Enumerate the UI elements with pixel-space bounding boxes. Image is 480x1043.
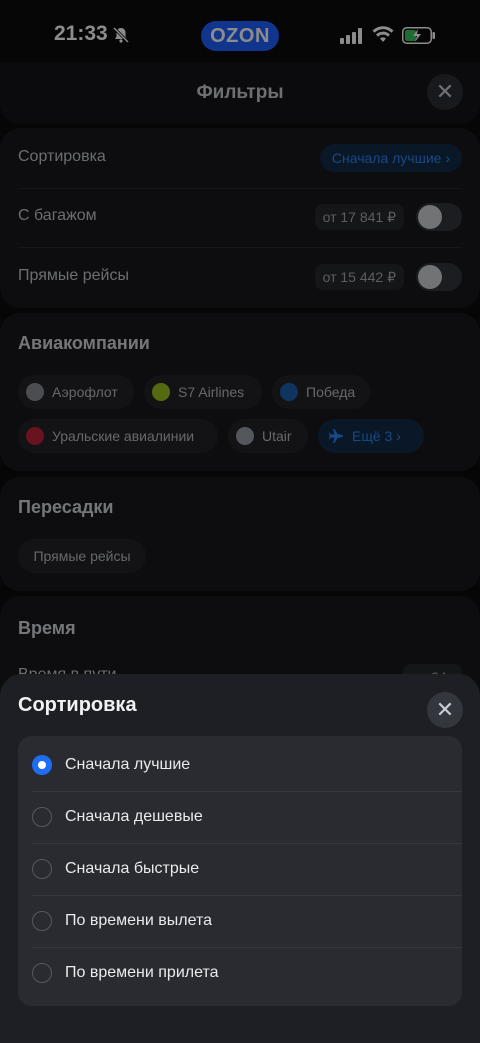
radio[interactable]: [32, 859, 52, 879]
sort-option-departure[interactable]: По времени вылета: [18, 896, 462, 948]
airline-chip-utair[interactable]: Utair: [228, 419, 308, 453]
sort-option-cheap[interactable]: Сначала дешевые: [18, 792, 462, 844]
close-sheet-button[interactable]: ✕: [427, 692, 463, 728]
transfers-title: Пересадки: [18, 497, 114, 517]
airlines-card: Авиакомпании Аэрофлот S7 Airlines Победа…: [0, 313, 480, 471]
sort-option-fast[interactable]: Сначала быстрые: [18, 844, 462, 896]
transfers-direct-chip[interactable]: Прямые рейсы: [18, 539, 146, 573]
radio[interactable]: [32, 963, 52, 983]
direct-flights-row[interactable]: Прямые рейсы от 15 442 ₽: [18, 247, 462, 307]
close-filters-button[interactable]: ✕: [427, 74, 463, 110]
direct-flights-price: от 15 442 ₽: [314, 264, 404, 290]
pobeda-logo-icon: [280, 383, 298, 401]
baggage-label: С багажом: [18, 207, 97, 224]
aeroflot-logo-icon: [26, 383, 44, 401]
ural-logo-icon: [26, 427, 44, 445]
battery-charging-icon: [402, 27, 435, 44]
radio-selected[interactable]: [32, 755, 52, 775]
airlines-title: Авиакомпании: [18, 333, 150, 353]
sorting-row[interactable]: Сортировка Сначала лучшие ›: [18, 128, 462, 189]
bell-muted-icon: [112, 26, 130, 44]
close-icon: ✕: [435, 697, 455, 722]
airline-chip-aeroflot[interactable]: Аэрофлот: [18, 375, 134, 409]
direct-flights-label: Прямые рейсы: [18, 267, 129, 284]
airline-chip-ural[interactable]: Уральские авиалинии: [18, 419, 218, 453]
baggage-row[interactable]: С багажом от 17 841 ₽: [18, 187, 462, 248]
baggage-toggle[interactable]: [416, 203, 462, 231]
s7-logo-icon: [152, 383, 170, 401]
page-title: Фильтры: [196, 82, 284, 103]
radio[interactable]: [32, 807, 52, 827]
wifi-icon: [372, 26, 394, 42]
close-icon: ✕: [435, 79, 455, 104]
filters-header: Фильтры ✕: [0, 62, 480, 124]
toggle-knob: [418, 205, 442, 229]
sorting-options-card: Сортировка Сначала лучшие › С багажом от…: [0, 128, 480, 308]
plane-icon: [329, 429, 343, 443]
sort-option-best[interactable]: Сначала лучшие: [18, 740, 462, 792]
ozon-logo: OZON: [201, 21, 279, 51]
time-title: Время: [18, 618, 76, 638]
cellular-signal-icon: [340, 28, 362, 44]
status-time: 21:33: [54, 22, 108, 45]
airline-chip-pobeda[interactable]: Победа: [272, 375, 370, 409]
radio[interactable]: [32, 911, 52, 931]
transfers-card: Пересадки Прямые рейсы: [0, 477, 480, 591]
sort-option-arrival[interactable]: По времени прилета: [18, 948, 462, 1000]
toggle-knob: [418, 265, 442, 289]
baggage-price: от 17 841 ₽: [314, 204, 404, 230]
more-airlines-button[interactable]: Ещё 3 ›: [318, 419, 424, 453]
sorting-label: Сортировка: [18, 148, 106, 165]
direct-flights-toggle[interactable]: [416, 263, 462, 291]
utair-logo-icon: [236, 427, 254, 445]
sort-options-list: Сначала лучшие Сначала дешевые Сначала б…: [18, 736, 462, 1006]
airline-chip-s7[interactable]: S7 Airlines: [144, 375, 262, 409]
sorting-bottom-sheet: Сортировка ✕ Сначала лучшие Сначала деше…: [0, 674, 480, 1043]
sorting-value-chip[interactable]: Сначала лучшие ›: [319, 144, 462, 172]
sheet-title: Сортировка: [18, 694, 137, 716]
